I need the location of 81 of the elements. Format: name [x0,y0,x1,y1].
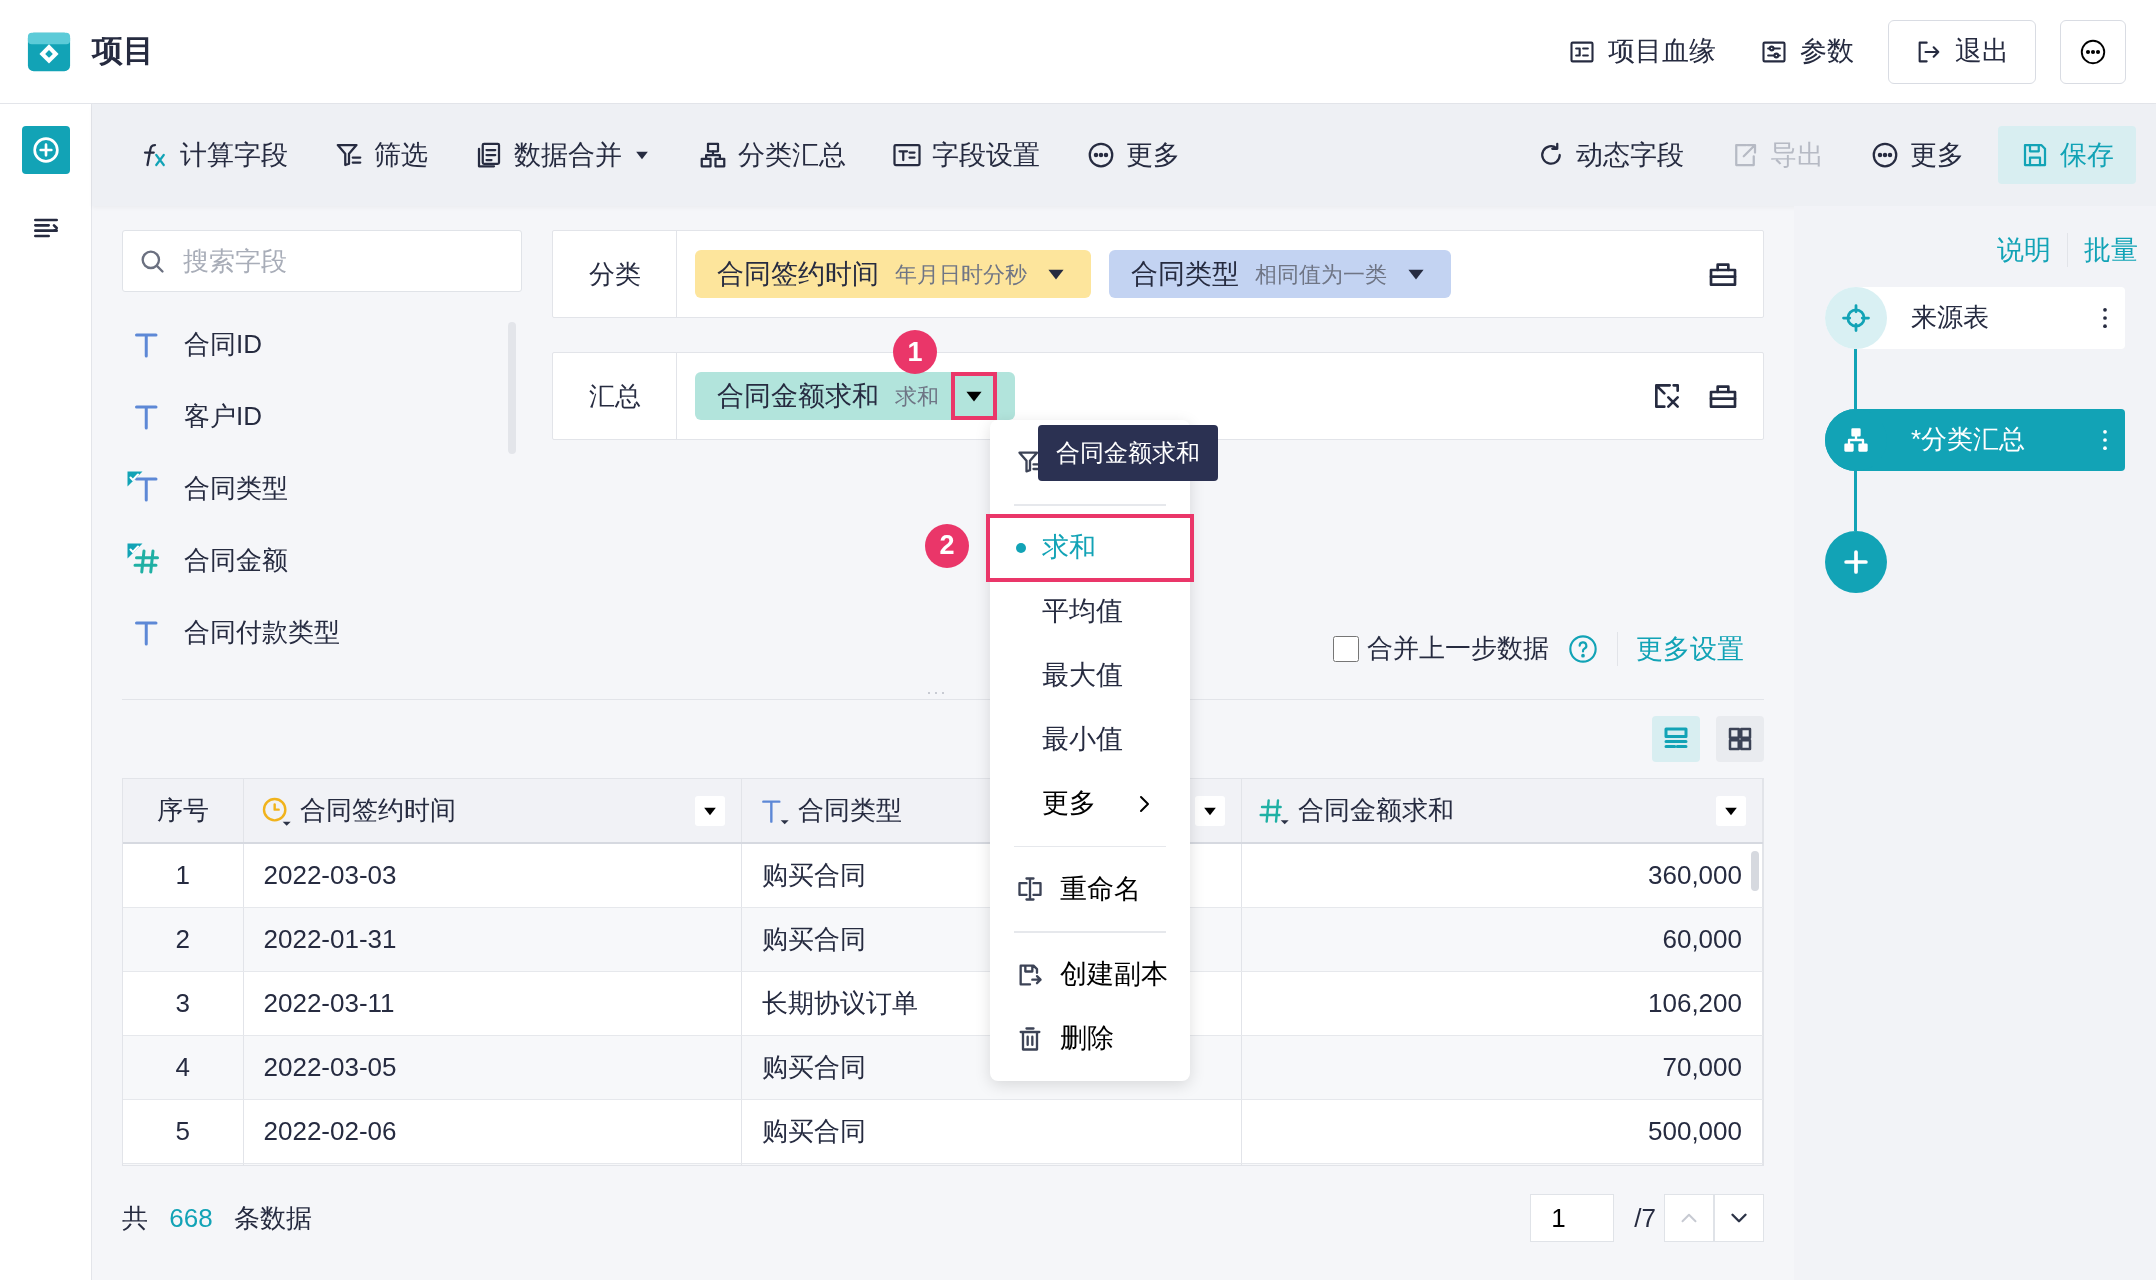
table-cell: 4 [175,1051,190,1082]
table-cell: 2022-02-06 [263,1115,397,1146]
table-cell: 70,000 [1662,1051,1742,1082]
table-cell: 购买合同 [761,859,866,890]
table-cell: 购买合同 [761,1115,866,1146]
field-chip[interactable]: 合同签约时间 年月日时分秒 [695,250,1091,298]
toolbar-button[interactable]: 计算字段 [128,126,300,184]
more-icon [1870,140,1900,170]
table-cell: 2022-03-05 [263,1051,397,1082]
field-name[interactable]: 合同金额 [184,540,288,580]
step-node[interactable]: 来源表 [1825,286,2125,349]
table-cell: 长期协议订单 [761,987,918,1018]
table-cell: 60,000 [1662,923,1742,954]
menu-item[interactable]: 重命名 [990,857,1190,921]
table-cell: 3 [175,987,190,1018]
table-cell: 2 [175,923,190,954]
header-button[interactable]: 项目血缘 [1558,23,1726,80]
column-menu-button[interactable] [1716,795,1746,826]
field-chip[interactable]: 合同金额求和 求和 [695,372,1015,420]
table-cell: 购买合同 [761,923,866,954]
record-count: 共 668 条数据 [122,1201,312,1235]
column-menu-button[interactable] [1194,795,1225,826]
field-name[interactable]: 合同付款类型 [184,612,340,652]
menu-item[interactable]: 最大值 [990,643,1190,708]
rename-icon [1016,875,1044,903]
header-button[interactable]: 退出 [1888,19,2036,84]
table-cell: 2022-03-03 [263,859,397,890]
scrollbar[interactable] [1751,851,1759,891]
table-cell: 2022-01-31 [263,923,397,954]
add-button[interactable] [21,126,70,174]
checkbox-label[interactable]: 合并上一步数据 [1366,629,1549,669]
table-cell: 1 [175,859,190,890]
table-cell: 360,000 [1648,859,1742,890]
hierarchy-icon [1842,425,1870,454]
field-chip[interactable]: 合同类型 相同值为一类 [1109,250,1451,298]
row-label: 分类 [553,231,677,317]
more-button[interactable] [2060,19,2126,84]
step-number: 2 [925,523,969,568]
toolbar-button[interactable]: 筛选 [322,126,440,184]
app-title: 项目 [92,32,154,71]
checkbox[interactable] [1332,635,1359,662]
table-cell: 5 [175,1115,190,1146]
column-header: 合同类型 [797,794,902,827]
column-menu-button[interactable] [694,795,725,826]
menu-item[interactable]: 更多 [990,771,1190,836]
view-toggle-button[interactable] [1652,716,1700,762]
toolbar-button[interactable]: 分类汇总 [686,126,858,184]
table-cell: 500,000 [1648,1115,1742,1146]
page-field[interactable]: 1 [1530,1194,1615,1242]
help-icon [1566,632,1599,665]
column-header: 序号 [156,794,209,827]
connector-line [1854,348,1857,409]
search-field[interactable]: 搜索字段 [122,230,522,292]
menu-item[interactable]: 创建副本 [990,942,1190,1007]
field-name[interactable]: 合同类型 [184,468,288,508]
toolbar-button[interactable]: 更多 [1858,126,1976,184]
connector-line [1854,470,1857,531]
more-icon [1086,140,1116,170]
hierarchy-icon [698,140,728,170]
toolbar-button[interactable]: 动态字段 [1524,126,1696,184]
table-cell: 2022-03-11 [263,987,395,1018]
table-cell: 106,200 [1648,987,1742,1018]
field-name[interactable]: 合同ID [184,324,262,364]
toolbar-button[interactable]: 字段设置 [880,126,1052,184]
crosshair-icon [1841,302,1871,333]
step-number: 1 [893,330,937,374]
column-header: 合同签约时间 [299,794,456,827]
toolbar-button[interactable]: 更多 [1074,126,1192,184]
toolbar-button[interactable]: 数据合并 [462,126,664,184]
field-name[interactable]: 客户ID [184,396,262,436]
row-label: 汇总 [553,353,677,439]
header-button[interactable]: 参数 [1750,23,1864,80]
tooltip: 合同金额求和 [1038,425,1218,481]
menu-item[interactable]: 最小值 [990,707,1190,772]
highlight-frame [951,372,997,420]
view-toggle-button[interactable] [1716,716,1764,762]
page-total: /7 [1634,1201,1656,1235]
menu-item[interactable]: 删除 [990,1006,1190,1071]
menu-item[interactable]: 平均值 [990,579,1190,644]
table-cell: 购买合同 [761,1051,866,1082]
column-header: 合同金额求和 [1297,794,1454,827]
